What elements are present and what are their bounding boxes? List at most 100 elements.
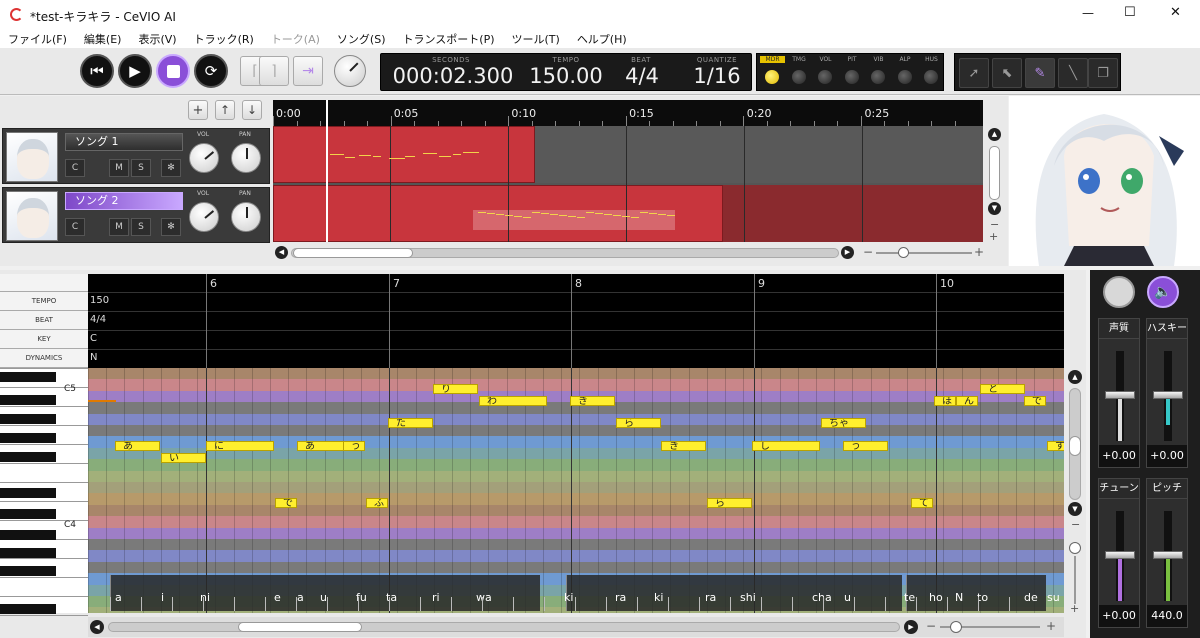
scroll-right-icon[interactable]: ▶ [904, 620, 918, 634]
note[interactable]: ふ [366, 498, 388, 508]
note[interactable]: す [1047, 441, 1064, 451]
note[interactable]: た [388, 418, 433, 428]
toggle-alp[interactable]: ALP [893, 54, 918, 92]
play-button[interactable]: ▶ [118, 54, 152, 88]
note[interactable]: き [661, 441, 706, 451]
note[interactable]: ん [956, 396, 978, 406]
note[interactable]: て [911, 498, 933, 508]
scroll-thumb[interactable] [293, 248, 413, 258]
quantize-value[interactable]: 1/16 [681, 64, 753, 88]
toggle-tmg[interactable]: TMG [787, 54, 812, 92]
note[interactable]: き [570, 396, 615, 406]
keyboard[interactable]: C5 C4 [0, 368, 88, 616]
toggle-vib[interactable]: VIB [866, 54, 891, 92]
volume-knob[interactable] [189, 202, 219, 232]
note[interactable]: う [843, 441, 888, 451]
slider-2[interactable]: チューン +0.00 [1098, 478, 1140, 628]
param-value-tempo[interactable]: 150 [90, 295, 109, 306]
note[interactable]: ら [616, 418, 661, 428]
loop-button[interactable]: ⟳ [194, 54, 228, 88]
note[interactable]: わ [479, 396, 547, 406]
track-hscroll[interactable]: ◀ ▶ − + [273, 244, 984, 262]
note[interactable]: あ [115, 441, 160, 451]
slider-handle[interactable] [1105, 551, 1135, 559]
slider-1[interactable]: ハスキー +0.00 [1146, 318, 1188, 468]
track-header[interactable]: ソング 1 C M S ✻ VOL PAN [2, 128, 270, 184]
loop-end-button[interactable]: ⌉ [259, 56, 289, 86]
menu-item[interactable]: トラック(R) [194, 31, 254, 47]
timeline-ruler[interactable]: 0:00 0:05 0:10 0:15 0:20 0:25 [273, 100, 983, 126]
master-volume-knob[interactable] [334, 55, 366, 87]
menu-item[interactable]: 表示(V) [138, 31, 176, 47]
follow-button[interactable]: ⇥ [293, 56, 323, 86]
pianoroll-hscroll[interactable]: ◀ ▶ − + [88, 617, 1064, 637]
track-header[interactable]: ソング 2 C M S ✻ VOL PAN [2, 187, 270, 243]
track-name[interactable]: ソング 1 [65, 133, 183, 151]
toggle-hus[interactable]: HUS [919, 54, 944, 92]
scroll-left-icon[interactable]: ◀ [90, 620, 104, 634]
pan-knob[interactable] [231, 143, 261, 173]
param-value-key[interactable]: C [90, 333, 97, 344]
param-value-dynamics[interactable]: N [90, 352, 97, 363]
scroll-up-icon[interactable]: ▲ [988, 128, 1001, 141]
zoom-in-icon[interactable]: + [1070, 602, 1079, 615]
song1-clip[interactable] [273, 126, 535, 183]
slider-0[interactable]: 声質 +0.00 [1098, 318, 1140, 468]
playhead[interactable] [326, 100, 328, 242]
black-key[interactable] [0, 530, 56, 540]
slider-handle[interactable] [1105, 391, 1135, 399]
scroll-up-icon[interactable]: ▲ [1068, 370, 1082, 384]
zoom-handle[interactable] [898, 247, 909, 258]
note[interactable]: り [433, 384, 478, 394]
mute-toggle[interactable] [1103, 276, 1135, 308]
note[interactable]: で [1024, 396, 1046, 406]
maximize-button[interactable]: ☐ [1124, 5, 1136, 20]
note[interactable]: ほ [934, 396, 956, 406]
note[interactable]: し [752, 441, 820, 451]
note[interactable]: で [275, 498, 297, 508]
scroll-down-icon[interactable]: ▼ [1068, 502, 1082, 516]
track-lanes[interactable] [273, 100, 983, 242]
speaker-toggle[interactable]: 🔈 [1147, 276, 1179, 308]
black-key[interactable] [0, 566, 56, 576]
mute-button[interactable]: M [109, 218, 129, 236]
black-key[interactable] [0, 488, 56, 498]
track-vscroll[interactable]: ▲ ▼ − + [985, 126, 1005, 243]
menu-item[interactable]: ソング(S) [337, 31, 386, 47]
note[interactable]: い [161, 453, 206, 463]
zoom-slider[interactable] [1074, 556, 1076, 604]
move-track-down-button[interactable]: ↓ [242, 100, 262, 120]
minimize-button[interactable]: — [1082, 6, 1094, 20]
range-select-tool[interactable]: ⬉ [992, 58, 1022, 88]
track-name[interactable]: ソング 2 [65, 192, 183, 210]
solo-button[interactable]: S [131, 218, 151, 236]
zoom-handle[interactable] [1069, 542, 1081, 554]
window-tool[interactable]: ❐ [1088, 58, 1118, 88]
freeze-button[interactable]: ✻ [161, 159, 181, 177]
scroll-down-icon[interactable]: ▼ [988, 202, 1001, 215]
c-button[interactable]: C [65, 218, 85, 236]
close-button[interactable]: ✕ [1170, 5, 1181, 20]
scroll-thumb[interactable] [1069, 436, 1081, 456]
move-track-up-button[interactable]: ↑ [215, 100, 235, 120]
slider-handle[interactable] [1153, 391, 1183, 399]
select-tool[interactable]: ➚ [959, 58, 989, 88]
pianoroll-vscroll[interactable]: ▲ ▼ − + [1066, 370, 1086, 618]
menu-item[interactable]: トランスポート(P) [403, 31, 495, 47]
zoom-out-icon[interactable]: − [926, 619, 936, 633]
slider-3[interactable]: ピッチ 440.0 [1146, 478, 1188, 628]
toggle-vol[interactable]: VOL [813, 54, 838, 92]
pencil-tool[interactable]: ✎ [1025, 58, 1055, 88]
pan-knob[interactable] [231, 202, 261, 232]
volume-knob[interactable] [189, 143, 219, 173]
scroll-thumb[interactable] [238, 622, 362, 632]
scroll-thumb[interactable] [989, 146, 1000, 200]
freeze-button[interactable]: ✻ [161, 218, 181, 236]
menu-item[interactable]: ツール(T) [512, 31, 560, 47]
note[interactable]: う [343, 441, 365, 451]
zoom-in-icon[interactable]: + [974, 245, 984, 259]
add-track-button[interactable]: + [188, 100, 208, 120]
solo-button[interactable]: S [131, 159, 151, 177]
zoom-out-icon[interactable]: − [863, 245, 873, 259]
slider-handle[interactable] [1153, 551, 1183, 559]
